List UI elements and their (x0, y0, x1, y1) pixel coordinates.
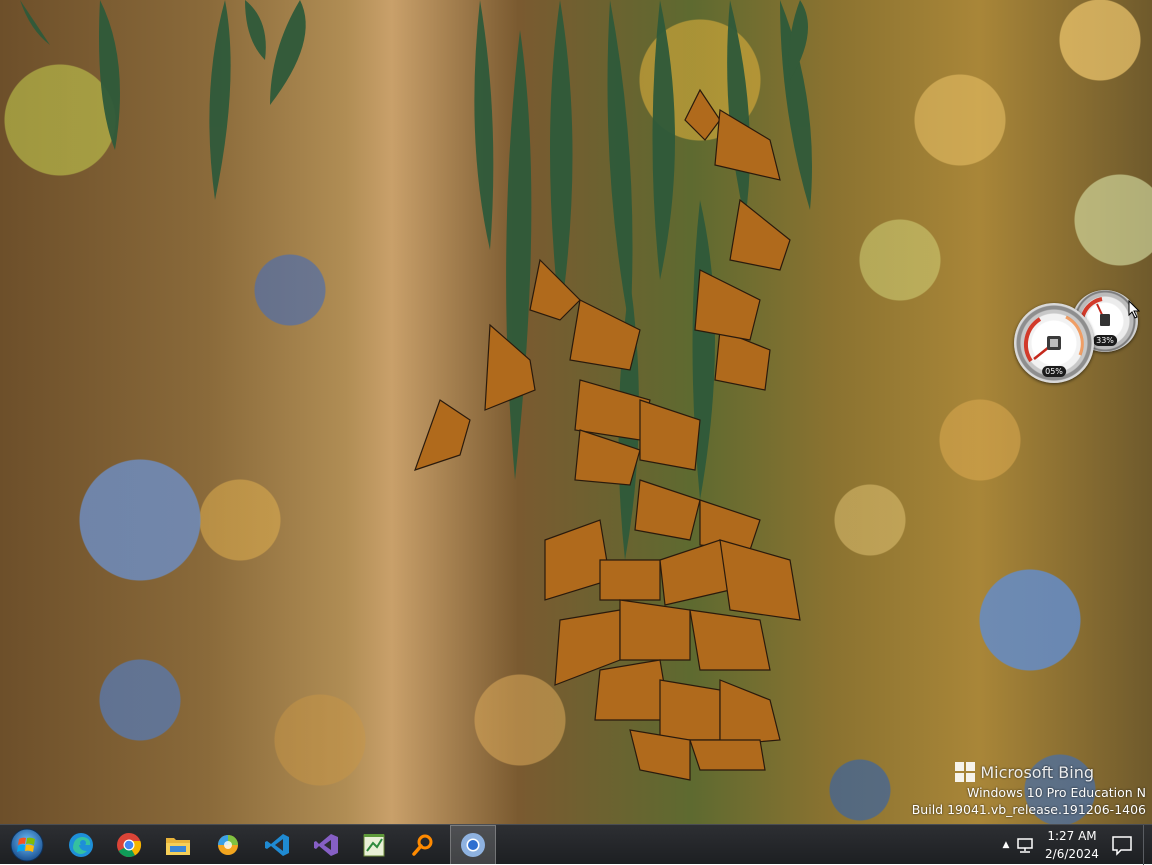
bing-branding: Microsoft Bing (912, 762, 1146, 782)
taskbar-chrome-active[interactable] (450, 825, 496, 865)
network-icon[interactable] (1015, 836, 1037, 854)
clock-time: 1:27 AM (1047, 829, 1097, 843)
taskbar-search-tool[interactable] (400, 825, 446, 865)
notepad-icon (363, 834, 385, 857)
edge-icon (69, 833, 93, 857)
taskbar-file-explorer[interactable] (155, 825, 201, 865)
system-tray: ▲ 1:27 AM 2/6/2024 (997, 825, 1152, 865)
taskbar: ▲ 1:27 AM 2/6/2024 (0, 824, 1152, 865)
clock-date: 2/6/2024 (1045, 847, 1099, 861)
taskbar-edge[interactable] (58, 825, 104, 865)
memory-percent: 33% (1093, 335, 1117, 346)
vscode-icon (265, 834, 289, 856)
cpu-percent: 05% (1042, 366, 1066, 377)
taskbar-vscode[interactable] (254, 825, 300, 865)
chrome-icon (117, 833, 142, 858)
cpu-gauge[interactable]: 05% (1014, 303, 1094, 383)
bing-brand-text: Microsoft Bing (980, 762, 1094, 782)
show-hidden-icons-button[interactable]: ▲ (997, 840, 1015, 850)
taskbar-app-orb[interactable] (205, 825, 251, 865)
wallpaper-foliage (20, 0, 812, 781)
taskbar-visual-studio[interactable] (303, 825, 349, 865)
microsoft-logo-icon (955, 762, 976, 782)
colorful-orb-icon (218, 835, 238, 855)
magnifier-icon (412, 834, 433, 856)
windows-orb-icon (10, 828, 44, 862)
chrome-icon (461, 833, 485, 857)
taskbar-clock[interactable]: 1:27 AM 2/6/2024 (1037, 827, 1107, 863)
os-build-text: Build 19041.vb_release.191206-1406 (911, 802, 1146, 817)
desktop-wallpaper: 33% 05% Microsoft Bing Windows 10 Pro Ed… (0, 0, 1152, 824)
wallpaper-watermark: Microsoft Bing Windows 10 Pro Education … (912, 762, 1146, 818)
visual-studio-icon (314, 834, 338, 856)
action-center-icon[interactable] (1107, 834, 1137, 856)
taskbar-notepad[interactable] (351, 825, 397, 865)
start-button[interactable] (4, 825, 50, 865)
taskbar-chrome[interactable] (106, 825, 152, 865)
folder-icon (166, 838, 190, 855)
mouse-cursor-icon (1128, 300, 1140, 319)
show-desktop-button[interactable] (1143, 825, 1152, 865)
os-edition-text: Windows 10 Pro Education N (966, 785, 1146, 800)
